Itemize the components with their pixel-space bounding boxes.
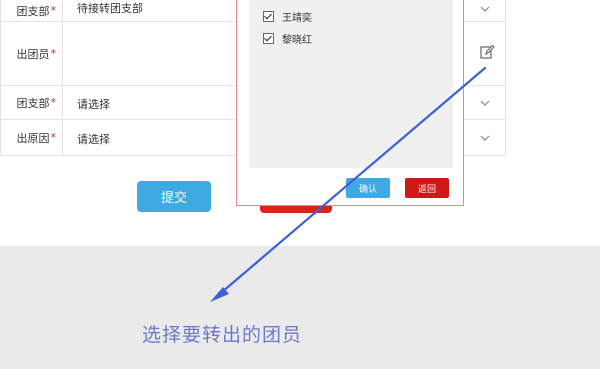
annotation-arrow (210, 66, 487, 302)
